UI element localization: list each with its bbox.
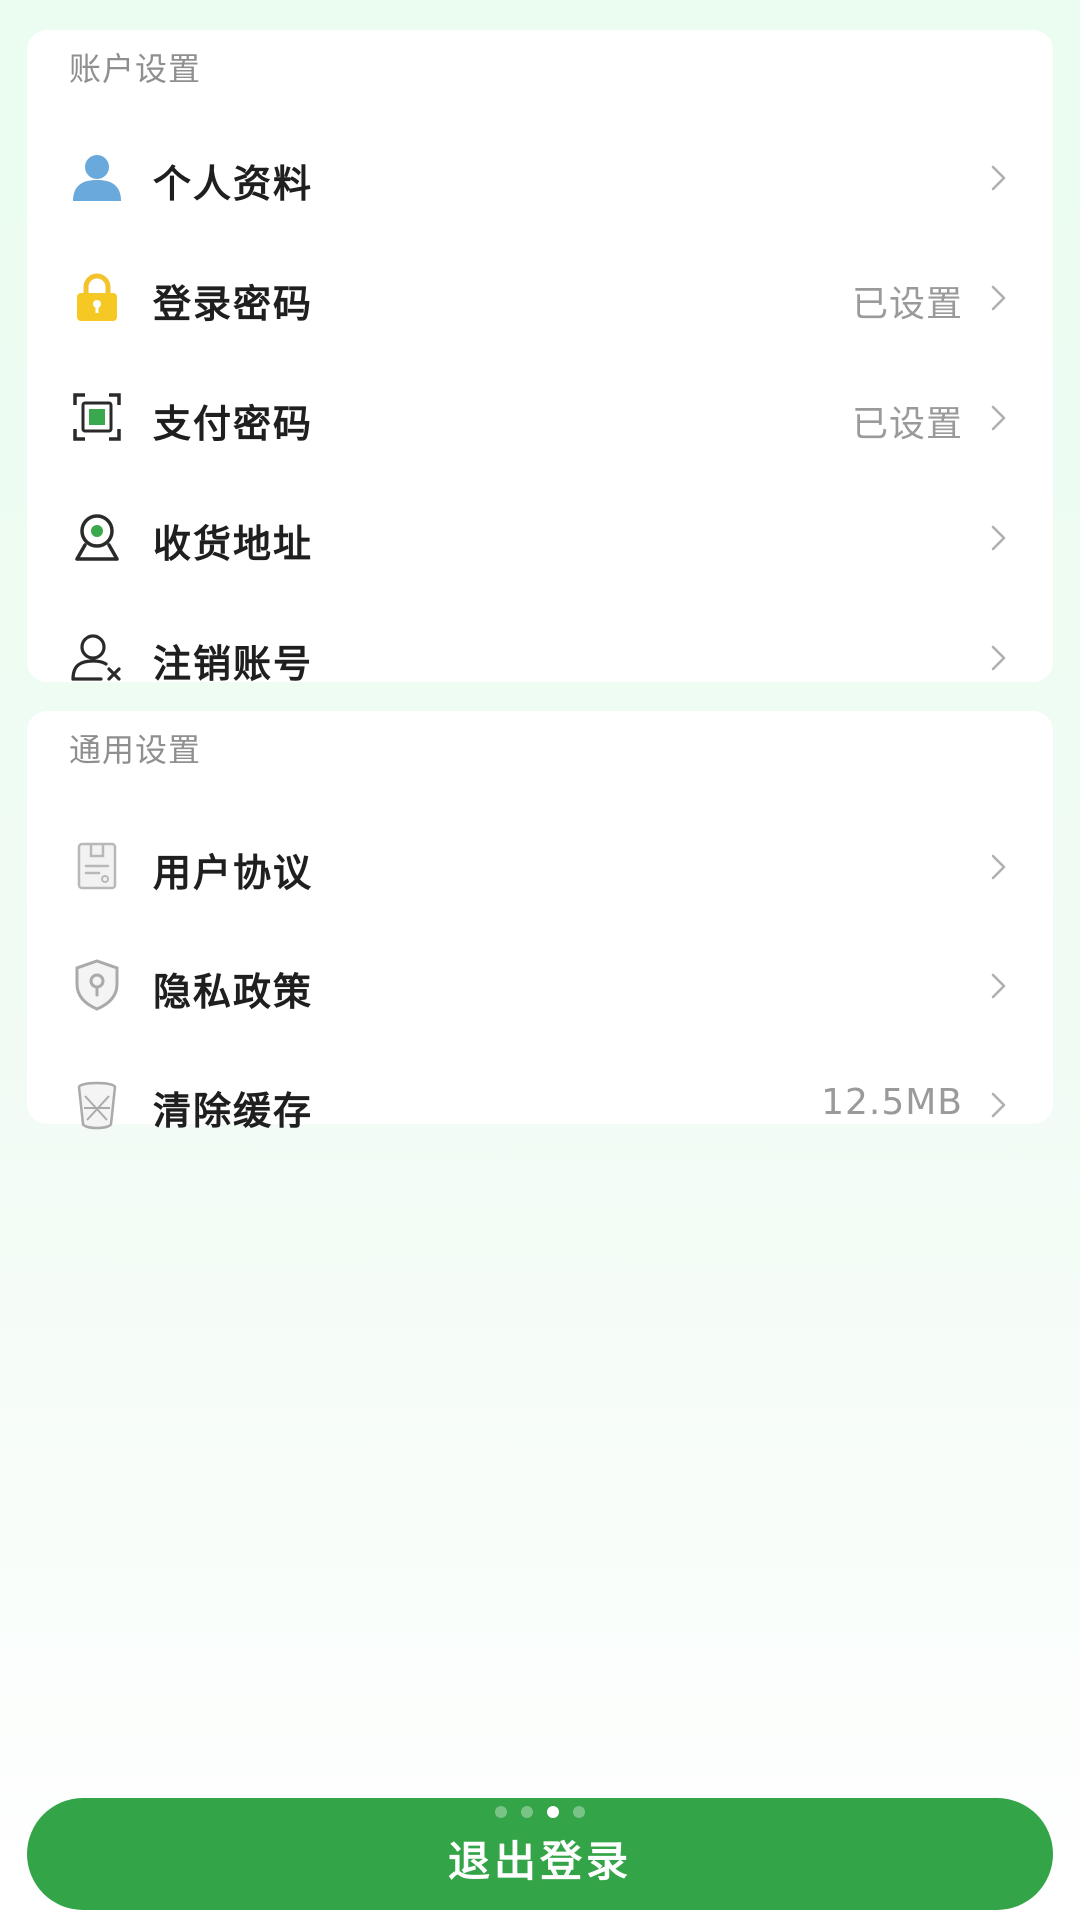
user-profile-icon	[69, 149, 125, 205]
user-remove-icon	[69, 629, 125, 685]
row-login-password[interactable]: 登录密码 已设置	[27, 247, 1053, 347]
cache-size-value: 12.5MB	[821, 1082, 963, 1123]
row-payment-password[interactable]: 支付密码 已设置	[27, 367, 1053, 467]
row-status-value: 已设置	[851, 284, 963, 325]
section-title-general: 通用设置	[69, 731, 202, 769]
chevron-right-icon	[985, 643, 1011, 673]
chevron-right-icon	[985, 971, 1011, 1001]
general-settings-card: 通用设置 用户协议 隐私政策 清除缓存 12.5MB	[27, 711, 1053, 1133]
account-settings-card: 账户设置 个人资料 登录密码 已设置 支付密码 已设置 收货地址 注销账号	[27, 30, 1053, 686]
chevron-right-icon	[985, 1090, 1011, 1120]
chevron-right-icon	[985, 523, 1011, 553]
row-delete-account[interactable]: 注销账号	[27, 607, 1053, 707]
row-status-value: 已设置	[851, 404, 963, 445]
section-title-account: 账户设置	[69, 50, 202, 88]
page-dot	[547, 1806, 559, 1818]
logout-button-label: 退出登录	[447, 1837, 632, 1886]
shield-icon	[69, 957, 125, 1013]
lock-icon	[69, 269, 125, 325]
page-dot	[495, 1806, 507, 1818]
row-shipping-address[interactable]: 收货地址	[27, 487, 1053, 587]
row-label: 清除缓存	[153, 1089, 314, 1133]
chevron-right-icon	[985, 852, 1011, 882]
page-dot	[521, 1806, 533, 1818]
location-pin-icon	[69, 509, 125, 565]
row-label: 用户协议	[153, 851, 314, 895]
row-label: 隐私政策	[153, 970, 314, 1014]
chevron-right-icon	[985, 163, 1011, 193]
row-label: 注销账号	[153, 642, 314, 686]
row-label: 收货地址	[153, 522, 314, 566]
chevron-right-icon	[985, 283, 1011, 313]
document-icon	[69, 838, 125, 894]
page-dot	[573, 1806, 585, 1818]
chevron-right-icon	[985, 403, 1011, 433]
row-clear-cache[interactable]: 清除缓存 12.5MB	[27, 1054, 1053, 1154]
trash-icon	[69, 1076, 125, 1132]
row-profile[interactable]: 个人资料	[27, 127, 1053, 227]
row-label: 登录密码	[153, 282, 314, 326]
page-indicator	[495, 1806, 585, 1818]
row-label: 个人资料	[153, 162, 314, 206]
row-label: 支付密码	[153, 402, 314, 446]
row-privacy-policy[interactable]: 隐私政策	[27, 935, 1053, 1035]
row-user-agreement[interactable]: 用户协议	[27, 816, 1053, 916]
scan-frame-icon	[69, 389, 125, 445]
